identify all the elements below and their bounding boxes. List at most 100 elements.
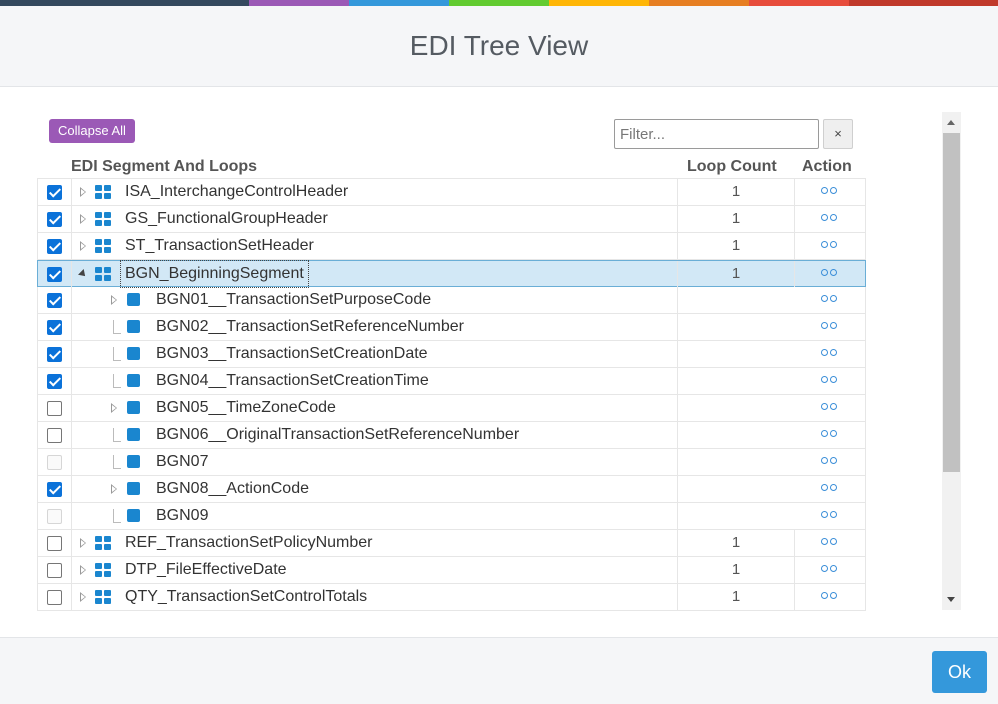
row-checkbox[interactable] <box>47 239 62 254</box>
collapse-arrow-icon[interactable] <box>78 269 88 279</box>
tree-row[interactable]: BGN04__TransactionSetCreationTime <box>37 368 866 395</box>
row-label[interactable]: REF_TransactionSetPolicyNumber <box>125 530 373 556</box>
row-checkbox[interactable] <box>47 590 62 605</box>
action-cell <box>795 395 865 421</box>
dialog-footer <box>0 637 998 704</box>
view-details-icon[interactable] <box>821 429 839 439</box>
view-details-icon[interactable] <box>821 402 839 412</box>
tree-row[interactable]: BGN09 <box>37 503 866 530</box>
action-cell <box>795 530 865 556</box>
scroll-down-icon[interactable] <box>947 597 955 602</box>
tree-row[interactable]: REF_TransactionSetPolicyNumber 1 <box>37 530 866 557</box>
tree-row[interactable]: BGN01__TransactionSetPurposeCode <box>37 287 866 314</box>
loop-count-cell: 1 <box>678 584 795 610</box>
row-checkbox[interactable] <box>47 536 62 551</box>
row-checkbox[interactable] <box>47 347 62 362</box>
tree-row[interactable]: ISA_InterchangeControlHeader 1 <box>37 179 866 206</box>
tree-row[interactable]: BGN08__ActionCode <box>37 476 866 503</box>
tree-row[interactable]: ST_TransactionSetHeader 1 <box>37 233 866 260</box>
row-label[interactable]: BGN07 <box>156 449 208 475</box>
tree-line-icon <box>113 347 121 361</box>
loop-count-cell <box>678 314 795 340</box>
row-label[interactable]: BGN08__ActionCode <box>156 476 309 502</box>
name-cell: BGN08__ActionCode <box>72 476 678 502</box>
row-checkbox[interactable] <box>47 401 62 416</box>
dialog-header: EDI Tree View <box>0 6 998 87</box>
row-checkbox[interactable] <box>47 212 62 227</box>
action-cell <box>795 341 865 367</box>
expand-arrow-icon[interactable] <box>80 538 86 548</box>
row-checkbox[interactable] <box>47 428 62 443</box>
row-label[interactable]: BGN_BeginningSegment <box>120 260 309 288</box>
expand-arrow-icon[interactable] <box>80 592 86 602</box>
view-details-icon[interactable] <box>821 240 839 250</box>
loop-count-cell: 1 <box>678 261 795 287</box>
view-details-icon[interactable] <box>821 186 839 196</box>
row-label[interactable]: ISA_InterchangeControlHeader <box>125 179 348 205</box>
view-details-icon[interactable] <box>821 564 839 574</box>
tree-row[interactable]: BGN06__OriginalTransactionSetReferenceNu… <box>37 422 866 449</box>
view-details-icon[interactable] <box>821 510 839 520</box>
row-checkbox[interactable] <box>47 267 62 282</box>
expand-arrow-icon[interactable] <box>80 565 86 575</box>
tree-row[interactable]: GS_FunctionalGroupHeader 1 <box>37 206 866 233</box>
name-cell: BGN03__TransactionSetCreationDate <box>72 341 678 367</box>
row-label[interactable]: BGN03__TransactionSetCreationDate <box>156 341 428 367</box>
view-details-icon[interactable] <box>821 294 839 304</box>
row-checkbox[interactable] <box>47 563 62 578</box>
view-details-icon[interactable] <box>821 591 839 601</box>
tree-row[interactable]: BGN_BeginningSegment 1 <box>37 260 866 288</box>
expand-arrow-icon[interactable] <box>111 403 117 413</box>
row-label[interactable]: BGN05__TimeZoneCode <box>156 395 336 421</box>
view-details-icon[interactable] <box>821 375 839 385</box>
row-label[interactable]: QTY_TransactionSetControlTotals <box>125 584 367 610</box>
checkbox-cell <box>38 557 72 583</box>
scroll-thumb[interactable] <box>943 133 960 472</box>
tree-row[interactable]: BGN02__TransactionSetReferenceNumber <box>37 314 866 341</box>
clear-filter-button[interactable]: × <box>823 119 853 149</box>
expand-arrow-icon[interactable] <box>111 295 117 305</box>
row-label[interactable]: GS_FunctionalGroupHeader <box>125 206 328 232</box>
row-checkbox[interactable] <box>47 320 62 335</box>
row-checkbox[interactable] <box>47 293 62 308</box>
row-checkbox[interactable] <box>47 185 62 200</box>
expand-arrow-icon[interactable] <box>111 484 117 494</box>
view-details-icon[interactable] <box>821 213 839 223</box>
view-details-icon[interactable] <box>821 537 839 547</box>
collapse-all-button[interactable]: Collapse All <box>49 119 135 143</box>
expand-arrow-icon[interactable] <box>80 214 86 224</box>
filter-input[interactable] <box>614 119 819 149</box>
row-label[interactable]: ST_TransactionSetHeader <box>125 233 314 259</box>
row-label[interactable]: BGN01__TransactionSetPurposeCode <box>156 287 431 313</box>
row-label[interactable]: BGN06__OriginalTransactionSetReferenceNu… <box>156 422 519 448</box>
expand-arrow-icon[interactable] <box>80 187 86 197</box>
tree-row[interactable]: QTY_TransactionSetControlTotals 1 <box>37 584 866 611</box>
tree-line-icon <box>113 455 121 469</box>
ok-button[interactable]: Ok <box>932 651 987 693</box>
view-details-icon[interactable] <box>821 348 839 358</box>
view-details-icon[interactable] <box>821 483 839 493</box>
view-details-icon[interactable] <box>821 268 839 278</box>
tree-line-icon <box>113 428 121 442</box>
action-cell <box>795 261 865 287</box>
name-cell: QTY_TransactionSetControlTotals <box>72 584 678 610</box>
row-label[interactable]: BGN02__TransactionSetReferenceNumber <box>156 314 464 340</box>
name-cell: BGN06__OriginalTransactionSetReferenceNu… <box>72 422 678 448</box>
checkbox-cell <box>38 476 72 502</box>
row-label[interactable]: BGN04__TransactionSetCreationTime <box>156 368 429 394</box>
vertical-scrollbar[interactable] <box>942 112 961 610</box>
view-details-icon[interactable] <box>821 456 839 466</box>
tree-row[interactable]: BGN07 <box>37 449 866 476</box>
tree-row[interactable]: BGN03__TransactionSetCreationDate <box>37 341 866 368</box>
row-label[interactable]: BGN09 <box>156 503 208 529</box>
expand-arrow-icon[interactable] <box>80 241 86 251</box>
checkbox-cell <box>38 314 72 340</box>
row-checkbox[interactable] <box>47 482 62 497</box>
scroll-up-icon[interactable] <box>947 120 955 125</box>
tree-row[interactable]: DTP_FileEffectiveDate 1 <box>37 557 866 584</box>
view-details-icon[interactable] <box>821 321 839 331</box>
row-checkbox[interactable] <box>47 374 62 389</box>
loop-count-cell <box>678 287 795 313</box>
row-label[interactable]: DTP_FileEffectiveDate <box>125 557 287 583</box>
tree-row[interactable]: BGN05__TimeZoneCode <box>37 395 866 422</box>
